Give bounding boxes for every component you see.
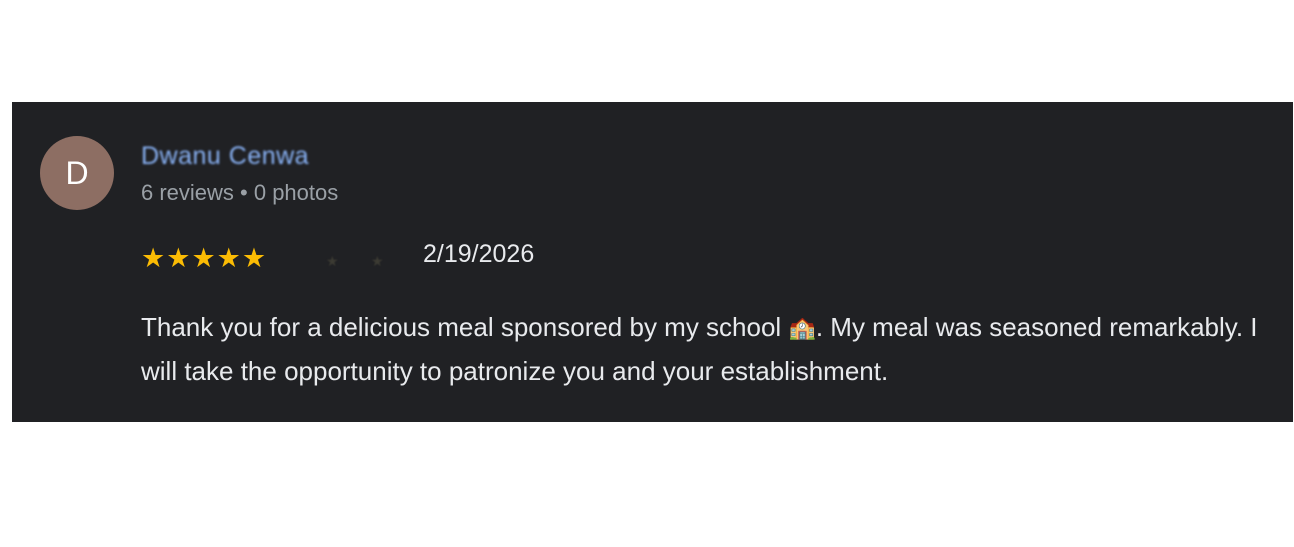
- star-icon: ★: [216, 243, 241, 274]
- star-icon: ★: [241, 243, 267, 274]
- review-card: D Dwanu Cenwa 6 reviews • 0 photos ★ ★ ★ ★ ★…: [12, 102, 1293, 422]
- reviewer-stats: 6 reviews • 0 photos: [141, 180, 339, 205]
- star-rating: ★ ★ ★ ★ ★: [141, 245, 266, 272]
- faint-star-artifact: ★ ★: [326, 254, 398, 270]
- review-text-part-1: Thank you for a delicious meal sponsored…: [141, 312, 789, 342]
- school-icon: 🏫: [788, 316, 816, 341]
- review-text: Thank you for a delicious meal sponsored…: [141, 306, 1281, 392]
- star-icon: ★: [141, 243, 166, 274]
- star-icon: ★: [166, 243, 191, 274]
- reviewer-name[interactable]: Dwanu Cenwa: [141, 142, 309, 171]
- review-date: 2/19/2026: [423, 240, 535, 268]
- star-icon: ★: [191, 243, 216, 274]
- avatar[interactable]: D: [40, 136, 114, 210]
